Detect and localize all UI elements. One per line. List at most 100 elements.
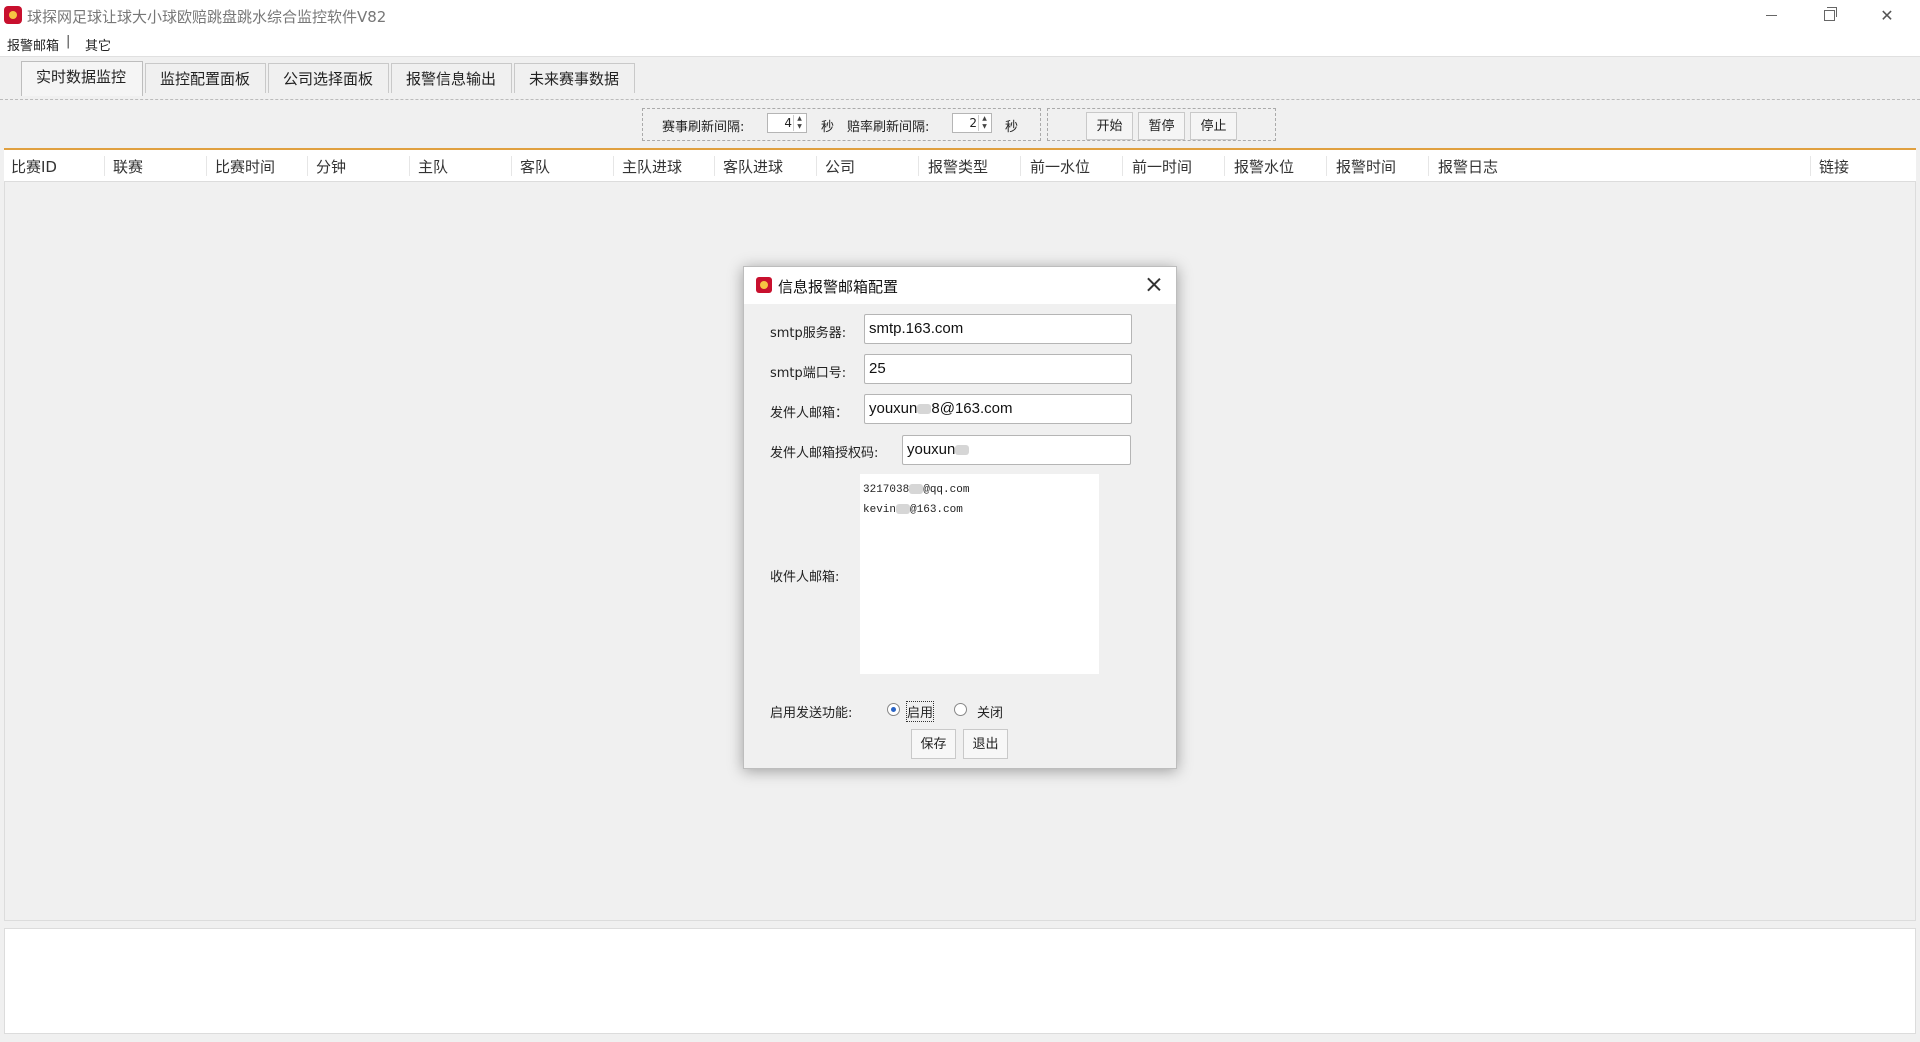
match-refresh-unit: 秒 [821, 120, 835, 135]
enable-send-label: 启用发送功能: [770, 706, 853, 721]
col-prev-water[interactable]: 前一水位 [1030, 156, 1090, 177]
app-logo-icon [4, 6, 22, 24]
col-divider [511, 156, 512, 176]
col-minute[interactable]: 分钟 [316, 156, 346, 177]
sender-email-input[interactable]: youxun 8@163.com [864, 394, 1132, 424]
recipient-prefix: 3217038 [863, 484, 910, 496]
col-divider [307, 156, 308, 176]
col-prev-time[interactable]: 前一时间 [1132, 156, 1192, 177]
restore-icon [1823, 6, 1837, 21]
recipient-suffix: @qq.com [923, 484, 970, 496]
tab-company-select[interactable]: 公司选择面板 [268, 63, 389, 93]
enable-radio-label[interactable]: 启用 [905, 701, 935, 722]
spinner-arrows-icon[interactable]: ▲ ▼ [793, 115, 805, 131]
exit-button[interactable]: 退出 [963, 729, 1008, 759]
menu-bar: 报警邮箱 | 其它 [0, 30, 1920, 57]
app-logo-icon [756, 277, 772, 293]
col-match-time[interactable]: 比赛时间 [215, 156, 275, 177]
col-divider [1122, 156, 1123, 176]
col-away-goals[interactable]: 客队进球 [723, 156, 783, 177]
redacted-mask [955, 445, 970, 456]
col-away-team[interactable]: 客队 [520, 156, 550, 177]
tab-alarm-output[interactable]: 报警信息输出 [391, 63, 512, 93]
odds-refresh-unit: 秒 [1005, 120, 1019, 135]
auth-code-label: 发件人邮箱授权码: [770, 446, 879, 461]
col-divider [409, 156, 410, 176]
title-bar: 球探网足球让球大小球欧赔跳盘跳水综合监控软件V82 ✕ [0, 0, 1920, 30]
smtp-server-input[interactable]: smtp.163.com [864, 314, 1132, 344]
col-divider [1224, 156, 1225, 176]
match-refresh-label: 赛事刷新间隔: [662, 120, 745, 135]
recipients-textarea[interactable]: 3217038 @qq.com kevin @163.com [860, 474, 1099, 674]
email-config-dialog: 信息报警邮箱配置 smtp服务器: smtp.163.com smtp端口号: … [743, 266, 1177, 769]
redacted-mask [909, 484, 924, 495]
sender-email-label: 发件人邮箱： [770, 406, 849, 421]
dialog-title-bar: 信息报警邮箱配置 [744, 267, 1176, 304]
col-home-goals[interactable]: 主队进球 [622, 156, 682, 177]
redacted-mask [896, 504, 911, 515]
col-alarm-log[interactable]: 报警日志 [1438, 156, 1498, 177]
recipient-suffix: @163.com [910, 504, 963, 516]
col-divider [1810, 156, 1811, 176]
tab-strip: 实时数据监控 监控配置面板 公司选择面板 报警信息输出 未来赛事数据 [0, 57, 1920, 100]
col-divider [613, 156, 614, 176]
table-header: 比赛ID 联赛 比赛时间 分钟 主队 客队 主队进球 客队进球 公司 报警类型 … [4, 148, 1916, 182]
tab-monitor-config[interactable]: 监控配置面板 [145, 63, 266, 93]
redacted-mask [917, 404, 932, 415]
col-divider [1428, 156, 1429, 176]
save-button[interactable]: 保存 [911, 729, 956, 759]
col-divider [918, 156, 919, 176]
dialog-close-icon[interactable] [1142, 273, 1166, 297]
menu-separator: | [66, 34, 71, 49]
disable-radio[interactable] [954, 703, 967, 716]
col-divider [1326, 156, 1327, 176]
odds-refresh-stepper[interactable]: 2 ▲ ▼ [952, 113, 992, 133]
col-league[interactable]: 联赛 [113, 156, 143, 177]
minimize-icon [1765, 14, 1777, 16]
tab-future-matches[interactable]: 未来赛事数据 [514, 63, 635, 93]
col-divider [1020, 156, 1021, 176]
col-home-team[interactable]: 主队 [418, 156, 448, 177]
auth-code-input[interactable]: youxun [902, 435, 1131, 465]
smtp-port-label: smtp端口号: [770, 366, 847, 381]
col-link[interactable]: 链接 [1819, 156, 1849, 177]
col-alarm-time[interactable]: 报警时间 [1336, 156, 1396, 177]
enable-radio[interactable] [887, 703, 900, 716]
start-button[interactable]: 开始 [1086, 112, 1133, 140]
col-divider [816, 156, 817, 176]
stop-button[interactable]: 停止 [1190, 112, 1237, 140]
col-company[interactable]: 公司 [825, 156, 855, 177]
odds-refresh-value: 2 [969, 116, 977, 130]
col-divider [206, 156, 207, 176]
spinner-arrows-icon[interactable]: ▲ ▼ [978, 115, 990, 131]
log-output-box[interactable] [4, 928, 1916, 1034]
sender-email-suffix: 8@163.com [931, 400, 1013, 417]
smtp-port-input[interactable]: 25 [864, 354, 1132, 384]
dialog-title: 信息报警邮箱配置 [778, 278, 899, 296]
window-title: 球探网足球让球大小球欧赔跳盘跳水综合监控软件V82 [27, 8, 387, 26]
match-refresh-value: 4 [784, 116, 792, 130]
smtp-server-label: smtp服务器: [770, 326, 847, 341]
col-divider [714, 156, 715, 176]
recipient-line: kevin @163.com [863, 500, 1096, 520]
recipient-line: 3217038 @qq.com [863, 480, 1096, 500]
close-window-button[interactable]: ✕ [1858, 0, 1916, 30]
disable-radio-label[interactable]: 关闭 [977, 702, 1003, 721]
close-icon: ✕ [1880, 5, 1894, 25]
odds-refresh-label: 赔率刷新间隔: [847, 120, 930, 135]
tab-realtime-monitor[interactable]: 实时数据监控 [21, 61, 143, 96]
col-divider [104, 156, 105, 176]
menu-other[interactable]: 其它 [85, 35, 111, 54]
minimize-button[interactable] [1742, 0, 1800, 30]
col-alarm-type[interactable]: 报警类型 [928, 156, 988, 177]
recipients-label: 收件人邮箱: [770, 570, 840, 585]
recipient-prefix: kevin [863, 504, 897, 516]
match-refresh-stepper[interactable]: 4 ▲ ▼ [767, 113, 807, 133]
pause-button[interactable]: 暂停 [1138, 112, 1185, 140]
maximize-button[interactable] [1800, 0, 1858, 30]
col-alarm-water[interactable]: 报警水位 [1234, 156, 1294, 177]
col-match-id[interactable]: 比赛ID [11, 156, 57, 177]
sender-email-prefix: youxun [869, 400, 918, 417]
menu-alarm-mailbox[interactable]: 报警邮箱 [7, 35, 59, 54]
auth-code-prefix: youxun [907, 441, 956, 458]
